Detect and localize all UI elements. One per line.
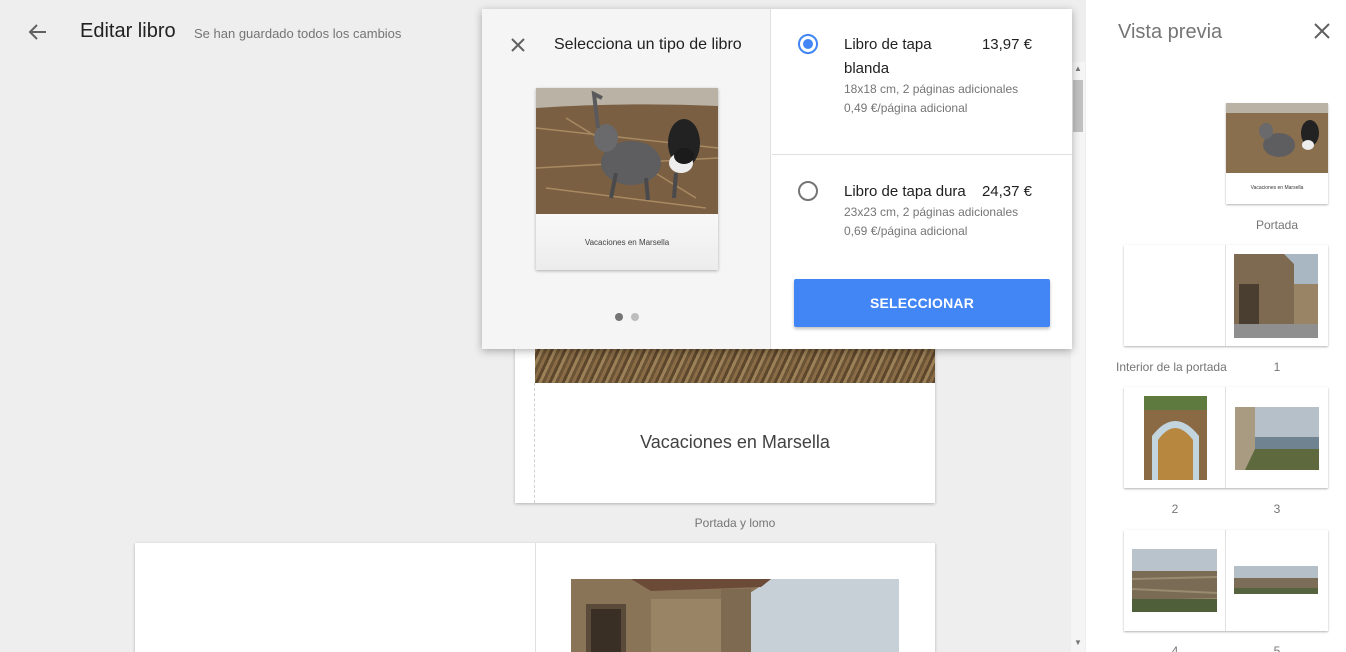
scrollbar-thumb[interactable] <box>1073 80 1083 132</box>
thumb-divider <box>1225 530 1226 631</box>
dialog-title: Selecciona un tipo de libro <box>554 36 742 53</box>
preview-title: Vista previa <box>1118 21 1223 43</box>
option-softcover[interactable]: Libro de tapa blanda 13,97 € 18x18 cm, 2… <box>772 9 1072 155</box>
scroll-up-icon[interactable]: ▲ <box>1071 64 1085 76</box>
book-spread-page[interactable] <box>135 543 935 652</box>
thumb-label-4: 4 <box>1171 644 1179 652</box>
book-preview: Vacaciones en Marsella <box>536 88 718 270</box>
cover-title[interactable]: Vacaciones en Marsella <box>535 432 935 453</box>
carousel-dot-2[interactable] <box>631 313 639 321</box>
option-name: Libro de tapa blanda <box>844 36 932 77</box>
option-name: Libro de tapa dura <box>844 183 966 200</box>
back-arrow-icon[interactable] <box>24 18 52 46</box>
thumb-photo-2 <box>1144 396 1207 480</box>
thumb-cover-title: Vacaciones en Marsella <box>1250 185 1304 191</box>
save-status: Se han guardado todos los cambios <box>194 26 402 41</box>
dialog-preview-pane: Selecciona un tipo de libro Vacaciones e… <box>482 9 771 349</box>
thumb-label-cover: Portada <box>1255 218 1299 232</box>
select-button[interactable]: SELECCIONAR <box>794 279 1050 327</box>
option-size: 18x18 cm, 2 páginas adicionales <box>844 82 1019 96</box>
thumb-spread-2[interactable] <box>1124 387 1328 488</box>
thumb-label-3: 3 <box>1273 502 1281 516</box>
carousel-dot-1[interactable] <box>615 313 623 321</box>
preview-panel: Vista previa Vacaciones en Marsella Port… <box>1086 0 1346 652</box>
thumb-label-inside-cover: Interior de la portada <box>1116 360 1227 374</box>
close-icon[interactable] <box>508 35 528 55</box>
spread-divider <box>535 543 536 652</box>
scroll-down-icon[interactable]: ▼ <box>1071 638 1085 650</box>
close-icon[interactable] <box>1312 21 1332 41</box>
thumb-cover-photo <box>1226 103 1328 173</box>
option-hardcover[interactable]: Libro de tapa dura 24,37 € 23x23 cm, 2 p… <box>772 156 1072 266</box>
thumb-photo-3 <box>1235 407 1319 470</box>
cover-caption: Portada y lomo <box>694 516 776 530</box>
option-extra-price: 0,69 €/página adicional <box>844 224 968 238</box>
thumb-divider <box>1225 245 1226 346</box>
radio-hardcover[interactable] <box>798 181 818 201</box>
thumb-photo-4 <box>1132 549 1217 612</box>
option-price: 24,37 € <box>981 183 1032 200</box>
thumb-spread-3[interactable] <box>1124 530 1328 631</box>
thumb-label-1: 1 <box>1273 360 1281 374</box>
thumb-photo-5 <box>1234 566 1318 594</box>
book-cover-page[interactable]: Vacaciones en Marsella <box>515 340 935 503</box>
thumb-label-2: 2 <box>1171 502 1179 516</box>
scrollbar-track[interactable] <box>1071 62 1085 652</box>
thumb-spread-1[interactable] <box>1124 245 1328 346</box>
thumb-label-5: 5 <box>1273 644 1281 652</box>
book-preview-title: Vacaciones en Marsella <box>584 238 670 247</box>
thumb-divider <box>1225 387 1226 488</box>
book-type-dialog: Selecciona un tipo de libro Vacaciones e… <box>482 9 1072 349</box>
thumb-photo-1 <box>1234 254 1318 338</box>
radio-softcover[interactable] <box>798 34 818 54</box>
cat-photo <box>536 88 718 214</box>
page-title: Editar libro <box>80 20 176 42</box>
thumb-cover[interactable]: Vacaciones en Marsella <box>1226 103 1328 204</box>
option-price: 13,97 € <box>981 36 1032 53</box>
option-extra-price: 0,49 €/página adicional <box>844 101 968 115</box>
option-size: 23x23 cm, 2 páginas adicionales <box>844 205 1019 219</box>
spread-photo[interactable] <box>571 579 899 652</box>
